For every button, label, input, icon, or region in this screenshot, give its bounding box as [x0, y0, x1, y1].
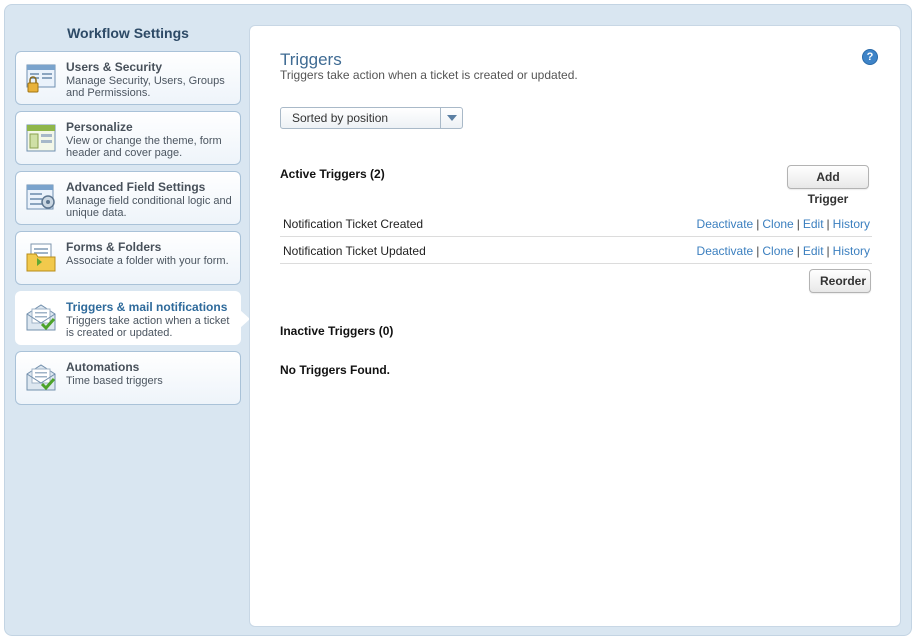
sidebar-item-forms-folders[interactable]: Forms & Folders Associate a folder with …: [15, 231, 241, 285]
sidebar-item-description: Manage Security, Users, Groups and Permi…: [66, 75, 225, 99]
sidebar-item-description: Triggers take action when a ticket is cr…: [66, 315, 230, 339]
sidebar-title: Workflow Settings: [67, 25, 189, 41]
sidebar-item-label: Triggers & mail notifications: [66, 300, 228, 314]
empty-state-text: No Triggers Found.: [280, 363, 390, 377]
sidebar: Workflow Settings Users & Security Manag…: [15, 5, 250, 411]
sidebar-item-users-security[interactable]: Users & Security Manage Security, Users,…: [15, 51, 241, 105]
table-row: Notification Ticket Updated Deactivate | C…: [280, 237, 872, 264]
sidebar-item-automations[interactable]: Automations Time based triggers: [15, 351, 241, 405]
personalize-icon: [26, 124, 56, 152]
page-subtitle: Triggers take action when a ticket is cr…: [280, 68, 578, 82]
sidebar-item-description: Manage field conditional logic and uniqu…: [66, 195, 232, 219]
sidebar-item-label: Advanced Field Settings: [66, 180, 206, 194]
separator: |: [826, 217, 830, 231]
clone-link[interactable]: Clone: [762, 217, 793, 231]
chevron-down-icon[interactable]: [440, 108, 462, 128]
sidebar-item-triggers[interactable]: Triggers & mail notifications Triggers t…: [15, 291, 250, 345]
sort-select-value: Sorted by position: [292, 111, 389, 125]
automation-icon: [26, 364, 56, 391]
edit-link[interactable]: Edit: [803, 244, 824, 258]
reorder-button[interactable]: Reorder: [809, 269, 871, 293]
triggers-panel: Triggers Triggers take action when a tic…: [249, 25, 901, 627]
clone-link[interactable]: Clone: [762, 244, 793, 258]
sidebar-item-label: Users & Security: [66, 60, 163, 74]
active-triggers-heading: Active Triggers (2): [280, 167, 385, 181]
sidebar-item-label: Forms & Folders: [66, 240, 162, 254]
trigger-actions: Deactivate | Clone | Edit | History: [697, 217, 870, 231]
trigger-name: Notification Ticket Created: [283, 217, 424, 231]
page-title: Triggers: [280, 50, 342, 69]
folder-icon: [26, 243, 56, 272]
history-link[interactable]: History: [833, 217, 870, 231]
sidebar-item-label: Personalize: [66, 120, 133, 134]
separator: |: [756, 244, 760, 258]
edit-link[interactable]: Edit: [803, 217, 824, 231]
add-trigger-button[interactable]: Add Trigger: [787, 165, 869, 206]
table-row: Notification Ticket Created Deactivate | C…: [280, 210, 872, 237]
separator: |: [756, 217, 760, 231]
deactivate-link[interactable]: Deactivate: [697, 244, 754, 258]
sidebar-item-personalize[interactable]: Personalize View or change the theme, fo…: [15, 111, 241, 165]
mail-trigger-icon: [26, 304, 56, 331]
trigger-actions: Deactivate | Clone | Edit | History: [697, 244, 870, 258]
sidebar-item-description: Associate a folder with your form.: [66, 255, 229, 267]
sidebar-item-description: Time based triggers: [66, 375, 163, 387]
sidebar-item-description: View or change the theme, form header an…: [66, 135, 222, 159]
history-link[interactable]: History: [833, 244, 870, 258]
question-mark-icon[interactable]: ?: [862, 49, 878, 65]
sidebar-item-advanced-field-settings[interactable]: Advanced Field Settings Manage field con…: [15, 171, 241, 225]
deactivate-link[interactable]: Deactivate: [697, 217, 754, 231]
separator: |: [826, 244, 830, 258]
sidebar-item-label: Automations: [66, 360, 140, 374]
separator: |: [796, 244, 800, 258]
inactive-triggers-heading: Inactive Triggers (0): [280, 324, 394, 338]
separator: |: [796, 217, 800, 231]
users-security-icon: [26, 64, 56, 93]
field-settings-icon: [26, 184, 55, 210]
workflow-settings-frame: Workflow Settings Users & Security Manag…: [4, 4, 912, 636]
sort-select[interactable]: Sorted by position: [280, 107, 463, 129]
trigger-name: Notification Ticket Updated: [283, 244, 426, 258]
